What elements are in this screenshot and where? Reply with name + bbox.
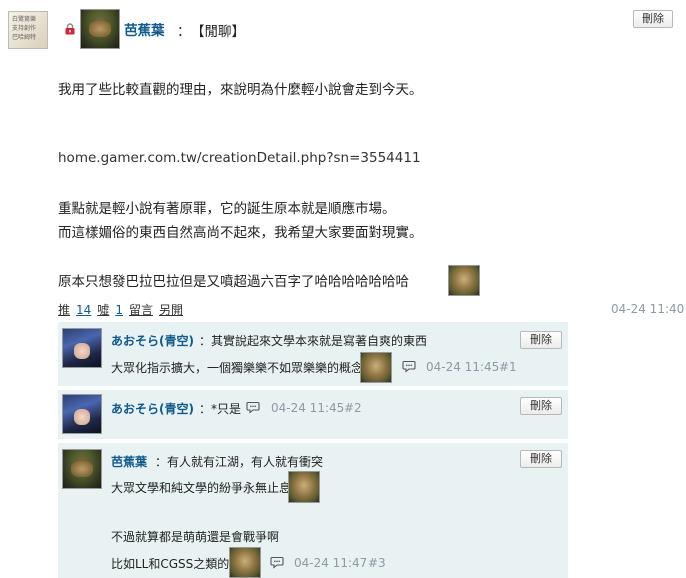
comment-floor: #2	[344, 401, 362, 415]
post-text-line: 重點就是輕小說有著原罪，它的誕生原本就是順應市場。	[58, 201, 396, 217]
comment-text: 不過就算都是萌萌還是會戰爭啊	[111, 530, 280, 544]
emoticon	[288, 471, 320, 503]
author-avatar[interactable]	[80, 9, 120, 49]
comment-text: 大眾化指示擴大，一個獨樂樂不如眾樂樂的概念	[111, 361, 364, 375]
delete-comment-button[interactable]: 刪除	[520, 331, 562, 349]
comment-text: ：有人就有江湖，有人就有衝突	[155, 455, 324, 469]
emoticon	[229, 547, 261, 578]
comment-timestamp: 04-24 11:45	[271, 401, 345, 415]
emoticon	[360, 352, 392, 383]
commenter-avatar[interactable]	[62, 328, 102, 368]
board-thumbnail[interactable]: 白鷺鷥樂 支持創作 巴哈姆特	[8, 11, 48, 49]
commenter-avatar[interactable]	[62, 394, 102, 434]
post-category: 【閒聊】	[191, 24, 245, 40]
emoticon	[448, 265, 480, 296]
comment-author[interactable]: 芭蕉葉	[111, 453, 147, 470]
reply-button[interactable]: 留言	[129, 303, 153, 317]
comment-floor: #1	[499, 360, 517, 374]
comment-item: 芭蕉葉 ：有人就有江湖，有人就有衝突 大眾文學和純文學的紛爭永無止息 不過就算都…	[58, 443, 568, 578]
delete-comment-button[interactable]: 刪除	[520, 397, 562, 415]
push-count[interactable]: 14	[76, 303, 91, 317]
post-text-line: 我用了些比較直觀的理由，來說明為什麼輕小說會走到今天。	[58, 82, 423, 98]
boo-button[interactable]: 噓	[97, 303, 109, 317]
thumbnail-text: 支持創作	[12, 25, 37, 32]
comment-item: あおそら(青空) ：*只是 04-24 11:45 #2 刪除	[58, 390, 568, 439]
boo-count[interactable]: 1	[115, 303, 123, 317]
post-timestamp: 04-24 11:40	[611, 302, 685, 316]
comment-text: 大眾文學和純文學的紛爭永無止息	[111, 481, 292, 495]
comment-timestamp: 04-24 11:45	[426, 360, 500, 374]
post-text-line: 原本只想發巴拉巴拉但是又噴超過六百字了哈哈哈哈哈哈哈	[58, 274, 409, 290]
comment-timestamp: 04-24 11:47	[294, 556, 368, 570]
speech-bubble-icon[interactable]	[246, 400, 260, 414]
commenter-avatar[interactable]	[62, 449, 102, 489]
post-text-line: 而這樣媚俗的東西自然高尚不起來，我希望大家要面對現實。	[58, 225, 423, 241]
author-colon: ：	[177, 24, 191, 40]
post-actions: 推 14 噓 1 留言 另開	[58, 301, 189, 318]
comment-text: 比如LL和CGSS之類的	[111, 557, 230, 571]
comment-text: ：*只是	[199, 402, 242, 416]
delete-comment-button[interactable]: 刪除	[520, 450, 562, 468]
comment-item: あおそら(青空) ：其實說起來文學本來就是寫著自爽的東西 大眾化指示擴大，一個獨…	[58, 322, 568, 386]
thumbnail-text: 巴哈姆特	[12, 34, 37, 41]
delete-post-button[interactable]: 刪除	[633, 10, 673, 28]
comment-floor: #3	[368, 556, 386, 570]
post-author[interactable]: 芭蕉葉	[124, 19, 165, 39]
push-button[interactable]: 推	[58, 303, 70, 317]
comment-text: ：其實說起來文學本來就是寫著自爽的東西	[199, 334, 428, 348]
share-button[interactable]: 另開	[159, 303, 183, 317]
speech-bubble-icon[interactable]	[270, 555, 284, 569]
speech-bubble-icon[interactable]	[402, 359, 416, 373]
post-link[interactable]: home.gamer.com.tw/creationDetail.php?sn=…	[58, 150, 421, 166]
lock-icon	[65, 23, 75, 35]
comment-author[interactable]: あおそら(青空)	[111, 400, 194, 417]
thumbnail-text: 白鷺鷥樂	[12, 16, 37, 23]
comment-author[interactable]: あおそら(青空)	[111, 332, 194, 349]
